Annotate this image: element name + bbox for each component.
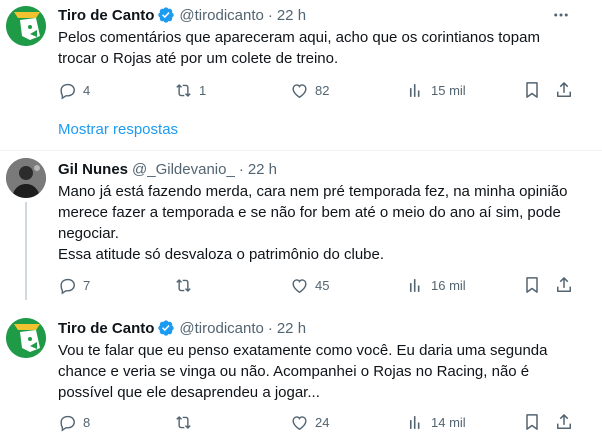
reply-count: 8	[83, 414, 91, 430]
action-bar: 7 45 16 mil	[50, 273, 580, 297]
retweet-button[interactable]	[174, 410, 199, 434]
like-count: 45	[315, 277, 330, 293]
retweet-icon	[176, 415, 191, 429]
author-handle[interactable]: @_Gildevanio_	[132, 161, 235, 178]
avatar[interactable]	[6, 318, 46, 358]
timestamp[interactable]: 22 h	[277, 320, 306, 337]
reply-count: 7	[83, 277, 91, 293]
author-name[interactable]: Tiro de Canto	[58, 7, 154, 24]
bookmark-icon	[526, 414, 538, 430]
show-replies-link[interactable]: Mostrar respostas	[58, 121, 178, 138]
tiro-de-canto-logo-icon	[6, 6, 46, 46]
like-icon	[292, 415, 307, 430]
bookmark-button[interactable]	[522, 410, 542, 434]
share-button[interactable]	[554, 273, 574, 297]
retweet-count: 1	[199, 82, 207, 98]
views-count: 15 mil	[431, 82, 466, 98]
share-button[interactable]	[554, 78, 574, 102]
like-button[interactable]: 24	[290, 410, 329, 434]
tweet-text-paragraph: Pelos comentários que apareceram aqui, a…	[58, 29, 540, 67]
divider	[0, 150, 602, 151]
views-button[interactable]: 16 mil	[406, 273, 466, 297]
views-icon	[409, 278, 420, 292]
reply-button[interactable]: 8	[58, 410, 90, 434]
tweet-text-paragraph: Mano já está fazendo merda, cara nem pré…	[58, 183, 568, 242]
retweet-icon	[176, 83, 191, 97]
retweet-icon	[176, 278, 191, 292]
like-count: 82	[315, 82, 330, 98]
reply-icon	[60, 278, 75, 295]
views-button[interactable]: 15 mil	[406, 78, 466, 102]
retweet-button[interactable]: 1	[174, 78, 206, 102]
verified-badge-icon	[157, 319, 175, 337]
thread-line	[25, 202, 27, 300]
tweet-text-paragraph: Essa atitude só desvaloza o patrimônio d…	[58, 246, 385, 263]
bookmark-icon	[526, 277, 538, 293]
tweet-text-paragraph: Vou te falar que eu penso exatamente com…	[58, 342, 548, 401]
bookmark-icon	[526, 82, 538, 98]
reply-count: 4	[83, 82, 91, 98]
reply-button[interactable]: 4	[58, 78, 90, 102]
tweet-text: Vou te falar que eu penso exatamente com…	[58, 340, 578, 403]
like-button[interactable]: 82	[290, 78, 329, 102]
avatar[interactable]	[6, 158, 46, 198]
tweet-2[interactable]: Gil Nunes @_Gildevanio_ · 22 h Mano já e…	[0, 152, 602, 304]
views-icon	[409, 415, 420, 429]
separator-dot: ·	[267, 6, 273, 24]
avatar[interactable]	[6, 6, 46, 46]
like-icon	[292, 278, 307, 293]
timestamp[interactable]: 22 h	[248, 161, 277, 178]
author-handle[interactable]: @tirodicanto	[179, 7, 263, 24]
bookmark-button[interactable]	[522, 78, 542, 102]
author-name[interactable]: Gil Nunes	[58, 161, 128, 178]
tweet-header: Gil Nunes @_Gildevanio_ · 22 h	[58, 158, 277, 180]
like-icon	[292, 83, 307, 98]
author-name[interactable]: Tiro de Canto	[58, 320, 154, 337]
share-button[interactable]	[554, 410, 574, 434]
retweet-button[interactable]	[174, 273, 199, 297]
tweet-3[interactable]: Tiro de Canto @tirodicanto · 22 h Vou te…	[0, 312, 602, 443]
timestamp[interactable]: 22 h	[277, 7, 306, 24]
tweet-text: Pelos comentários que apareceram aqui, a…	[58, 27, 578, 69]
action-bar: 8 24 14 mil	[50, 410, 580, 434]
like-button[interactable]: 45	[290, 273, 329, 297]
tweet-1[interactable]: Tiro de Canto @tirodicanto · 22 h Pelos …	[0, 0, 602, 112]
tiro-de-canto-logo-icon	[6, 318, 46, 358]
user-photo-icon	[6, 158, 46, 198]
verified-badge-icon	[157, 6, 175, 24]
reply-icon	[60, 83, 75, 100]
like-count: 24	[315, 414, 330, 430]
author-handle[interactable]: @tirodicanto	[179, 320, 263, 337]
share-icon	[557, 82, 571, 97]
bookmark-button[interactable]	[522, 273, 542, 297]
more-icon[interactable]	[550, 4, 572, 26]
share-icon	[557, 414, 571, 429]
reply-button[interactable]: 7	[58, 273, 90, 297]
separator-dot: ·	[267, 319, 273, 337]
tweet-header: Tiro de Canto @tirodicanto · 22 h	[58, 4, 306, 26]
views-count: 16 mil	[431, 277, 466, 293]
views-count: 14 mil	[431, 414, 466, 430]
views-icon	[409, 83, 420, 97]
reply-icon	[60, 415, 75, 432]
tweet-header: Tiro de Canto @tirodicanto · 22 h	[58, 317, 306, 339]
views-button[interactable]: 14 mil	[406, 410, 466, 434]
share-icon	[557, 277, 571, 292]
action-bar: 4 1 82 15 mil	[50, 78, 580, 102]
tweet-text: Mano já está fazendo merda, cara nem pré…	[58, 181, 578, 265]
separator-dot: ·	[238, 160, 244, 178]
